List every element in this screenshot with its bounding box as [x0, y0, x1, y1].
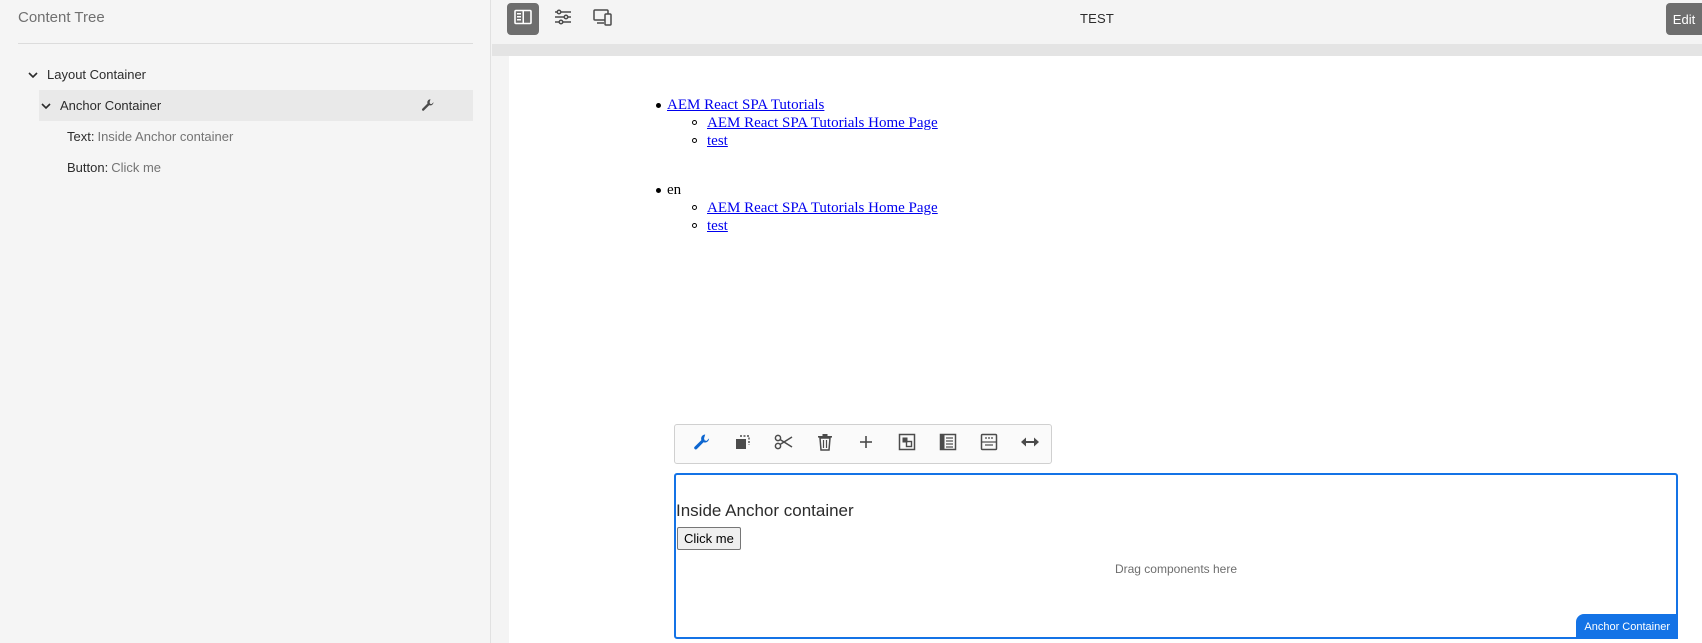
- editor-topbar: TEST Edit: [492, 0, 1702, 38]
- circle-bullet-icon: [692, 138, 697, 143]
- list-item: AEM React SPA Tutorials Home Page: [692, 199, 938, 217]
- nav-link-home[interactable]: AEM React SPA Tutorials Home Page: [707, 115, 938, 131]
- bullet-icon: [656, 103, 661, 108]
- component-text[interactable]: Inside Anchor container: [676, 501, 854, 521]
- wrench-icon[interactable]: [421, 98, 435, 112]
- circle-bullet-icon: [692, 205, 697, 210]
- tree-item-text[interactable]: Text: Inside Anchor container: [67, 121, 473, 152]
- tree-item-value: Click me: [111, 160, 162, 175]
- nav-link-tutorials[interactable]: AEM React SPA Tutorials: [667, 97, 824, 113]
- list-item: test: [692, 217, 938, 235]
- insert-icon: [858, 434, 874, 455]
- canvas-frame: [492, 44, 1702, 56]
- component-toolbar: [674, 424, 1052, 464]
- language-list: en AEM React SPA Tutorials Home Page tes…: [656, 181, 938, 235]
- delete-icon: [817, 433, 833, 456]
- language-label: en: [667, 182, 682, 198]
- parent-icon: [939, 433, 957, 456]
- nav-link-test[interactable]: test: [707, 218, 728, 234]
- delete-button[interactable]: [804, 425, 845, 463]
- insert-button[interactable]: [845, 425, 886, 463]
- panel-title: Content Tree: [18, 9, 105, 26]
- resize-icon: [1020, 435, 1040, 454]
- list-item: en AEM React SPA Tutorials Home Page tes…: [656, 181, 938, 235]
- component-label-tag: Anchor Container: [1576, 614, 1678, 639]
- circle-bullet-icon: [692, 223, 697, 228]
- page-title: TEST: [1079, 11, 1115, 26]
- content-tree-panel: Content Tree Layout Container Anchor Con…: [0, 0, 491, 643]
- list-item: test: [692, 132, 938, 150]
- layout-icon: [980, 433, 998, 456]
- sub-list: AEM React SPA Tutorials Home Page test: [667, 199, 938, 235]
- select-parent-button[interactable]: [928, 425, 969, 463]
- sub-list: AEM React SPA Tutorials Home Page test: [667, 114, 938, 150]
- click-me-button[interactable]: Click me: [677, 527, 741, 550]
- resize-button[interactable]: [1010, 425, 1051, 463]
- nav-link-test[interactable]: test: [707, 133, 728, 149]
- chevron-down-icon[interactable]: [28, 70, 38, 80]
- nav-link-home[interactable]: AEM React SPA Tutorials Home Page: [707, 200, 938, 216]
- list-item: AEM React SPA Tutorials Home Page: [692, 114, 938, 132]
- layout-button[interactable]: [969, 425, 1010, 463]
- copy-button[interactable]: [722, 425, 763, 463]
- panel-divider: [18, 43, 473, 44]
- copy-icon: [734, 433, 752, 456]
- edit-mode-button[interactable]: Edit: [1666, 3, 1702, 35]
- list-item: AEM React SPA Tutorials AEM React SPA Tu…: [656, 96, 938, 150]
- tree-item-layout-container[interactable]: Layout Container: [28, 59, 473, 90]
- cut-icon: [774, 433, 794, 456]
- wrench-icon: [693, 433, 711, 456]
- tree-item-button[interactable]: Button: Click me: [67, 152, 473, 183]
- configure-button[interactable]: [681, 425, 722, 463]
- group-icon: [898, 433, 916, 456]
- chevron-down-icon[interactable]: [41, 101, 51, 111]
- cut-button[interactable]: [763, 425, 804, 463]
- tree-item-anchor-container[interactable]: Anchor Container: [39, 90, 473, 121]
- circle-bullet-icon: [692, 120, 697, 125]
- group-button[interactable]: [887, 425, 928, 463]
- tree-item-value: Inside Anchor container: [97, 129, 234, 144]
- navigation-list: AEM React SPA Tutorials AEM React SPA Tu…: [656, 96, 938, 150]
- bullet-icon: [656, 188, 661, 193]
- tree-item-key: Text:: [67, 129, 95, 144]
- tree-item-label: Anchor Container: [60, 98, 162, 113]
- tree-item-label: Layout Container: [47, 67, 147, 82]
- drop-zone-placeholder[interactable]: Drag components here: [676, 562, 1676, 576]
- tree-item-key: Button:: [67, 160, 109, 175]
- anchor-container-component[interactable]: Inside Anchor container Click me Drag co…: [674, 473, 1678, 639]
